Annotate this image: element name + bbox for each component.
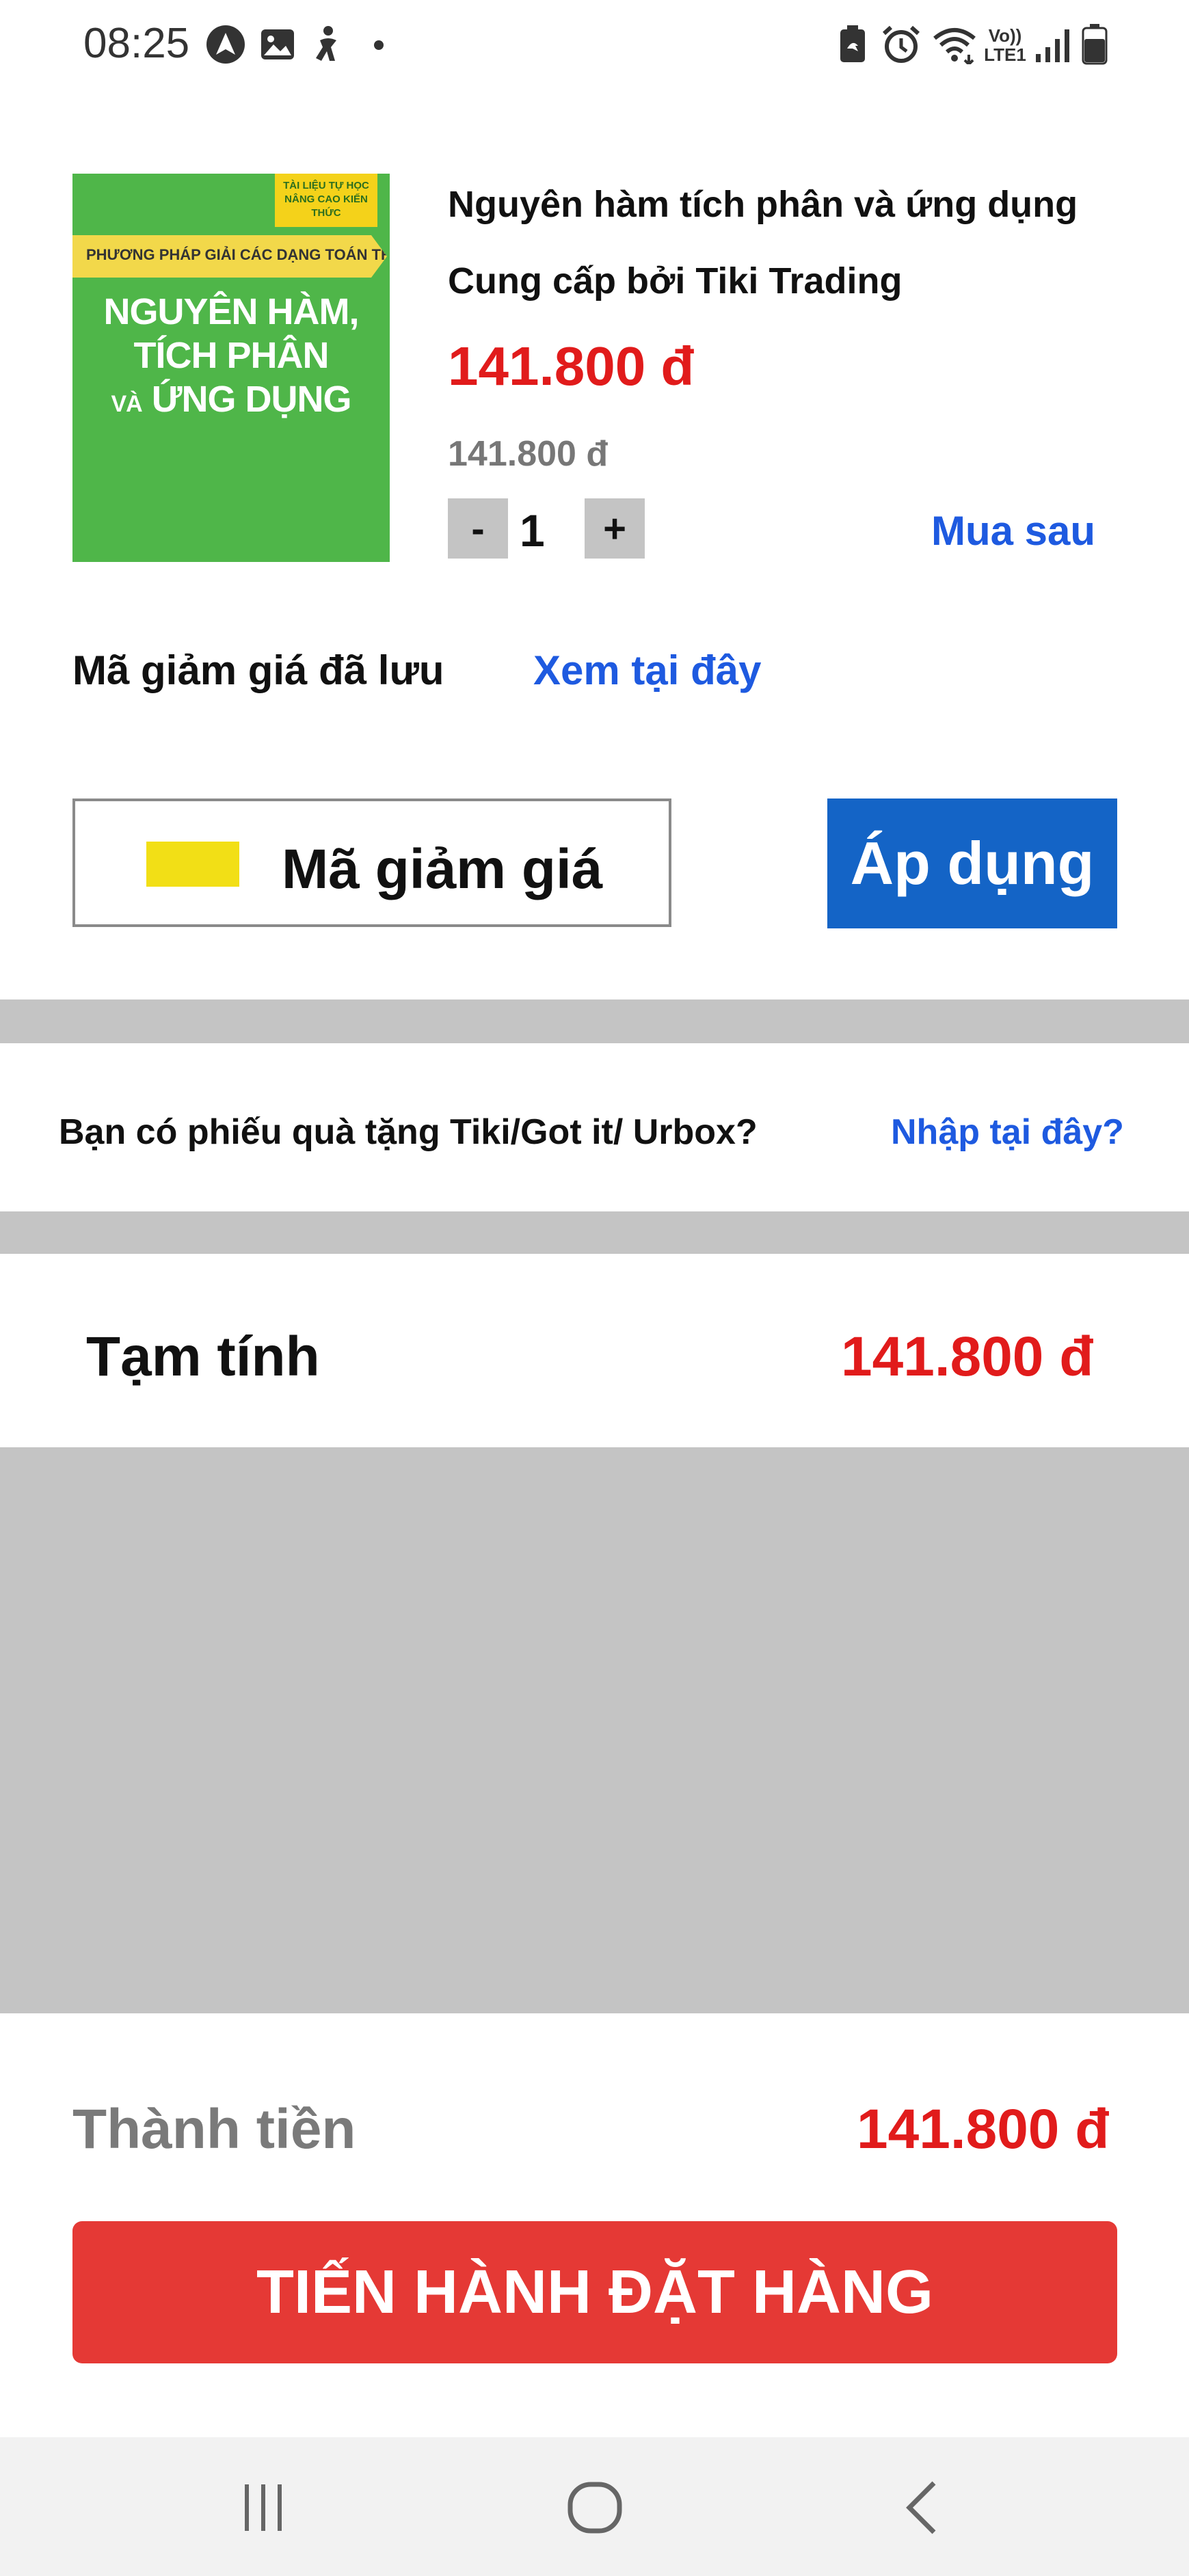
buy-later-link[interactable]: Mua sau xyxy=(931,507,1095,554)
quantity-value: 1 xyxy=(520,505,545,556)
saved-coupon-link[interactable]: Xem tại đây xyxy=(533,647,762,694)
checkout-button[interactable]: TIẾN HÀNH ĐẶT HÀNG xyxy=(72,2221,1117,2363)
cover-title: NGUYÊN HÀM, TÍCH PHÂN VÀ ỨNG DỤNG xyxy=(72,290,390,426)
empty-area xyxy=(0,1447,1189,2013)
gift-voucher-link[interactable]: Nhập tại đây? xyxy=(891,1112,1124,1153)
image-icon xyxy=(258,26,297,63)
quantity-increase-button[interactable]: + xyxy=(585,498,645,559)
coupon-tag-icon xyxy=(146,842,239,887)
cover-title-line2: TÍCH PHÂN xyxy=(133,335,330,376)
battery-icon xyxy=(1080,23,1109,66)
product-provider: Cung cấp bởi Tiki Trading xyxy=(448,260,903,301)
nav-arrow-icon xyxy=(205,24,246,65)
status-time: 08:25 xyxy=(83,20,190,67)
total-value: 141.800 đ xyxy=(857,2098,1110,2160)
cover-header-text: PHƯƠNG PHÁP GIẢI CÁC DẠNG TOÁN THPT xyxy=(86,246,390,263)
cover-title-and: VÀ xyxy=(111,391,142,417)
apply-coupon-button[interactable]: Áp dụng xyxy=(827,799,1117,928)
product-name[interactable]: Nguyên hàm tích phân và ứng dụng xyxy=(448,183,1078,226)
alarm-icon xyxy=(881,25,922,66)
separator xyxy=(0,999,1189,1043)
home-icon[interactable] xyxy=(566,2479,624,2536)
cover-title-line3-text: ỨNG DỤNG xyxy=(151,379,352,420)
back-icon[interactable] xyxy=(901,2479,942,2536)
coupon-placeholder: Mã giảm giá xyxy=(282,838,603,900)
quantity-decrease-button[interactable]: - xyxy=(448,498,508,559)
signal-icon xyxy=(1034,26,1073,64)
subtotal-label: Tạm tính xyxy=(86,1326,320,1388)
wifi-icon xyxy=(931,25,978,66)
battery-saver-icon xyxy=(838,25,868,64)
product-image[interactable]: PHƯƠNG PHÁP GIẢI CÁC DẠNG TOÁN THPT TÀI … xyxy=(72,174,390,562)
product-old-price: 141.800 đ xyxy=(448,434,609,474)
accessibility-icon xyxy=(309,25,345,64)
cover-stripe: PHƯƠNG PHÁP GIẢI CÁC DẠNG TOÁN THPT xyxy=(72,235,387,278)
subtotal-value: 141.800 đ xyxy=(841,1326,1094,1388)
cover-tag-text: TÀI LIỆU TỰ HỌC NÂNG CAO KIẾN THỨC xyxy=(283,180,369,219)
gift-voucher-question: Bạn có phiếu quà tặng Tiki/Got it/ Urbox… xyxy=(59,1112,758,1152)
separator xyxy=(0,1211,1189,1254)
cover-title-line1: NGUYÊN HÀM, xyxy=(103,291,359,332)
dot-icon xyxy=(372,38,386,52)
total-label: Thành tiền xyxy=(72,2098,356,2160)
product-price: 141.800 đ xyxy=(448,336,695,397)
cover-title-line3: VÀ ỨNG DỤNG xyxy=(72,377,390,426)
volte-line1: Vo)) xyxy=(988,25,1022,46)
volte-line2: LTE1 xyxy=(984,44,1026,65)
saved-coupon-label: Mã giảm giá đã lưu xyxy=(72,647,444,693)
recent-apps-icon[interactable] xyxy=(239,2480,287,2535)
volte-icon: Vo)) LTE1 xyxy=(982,23,1028,67)
cover-corner-tag: TÀI LIỆU TỰ HỌC NÂNG CAO KIẾN THỨC xyxy=(275,174,377,227)
